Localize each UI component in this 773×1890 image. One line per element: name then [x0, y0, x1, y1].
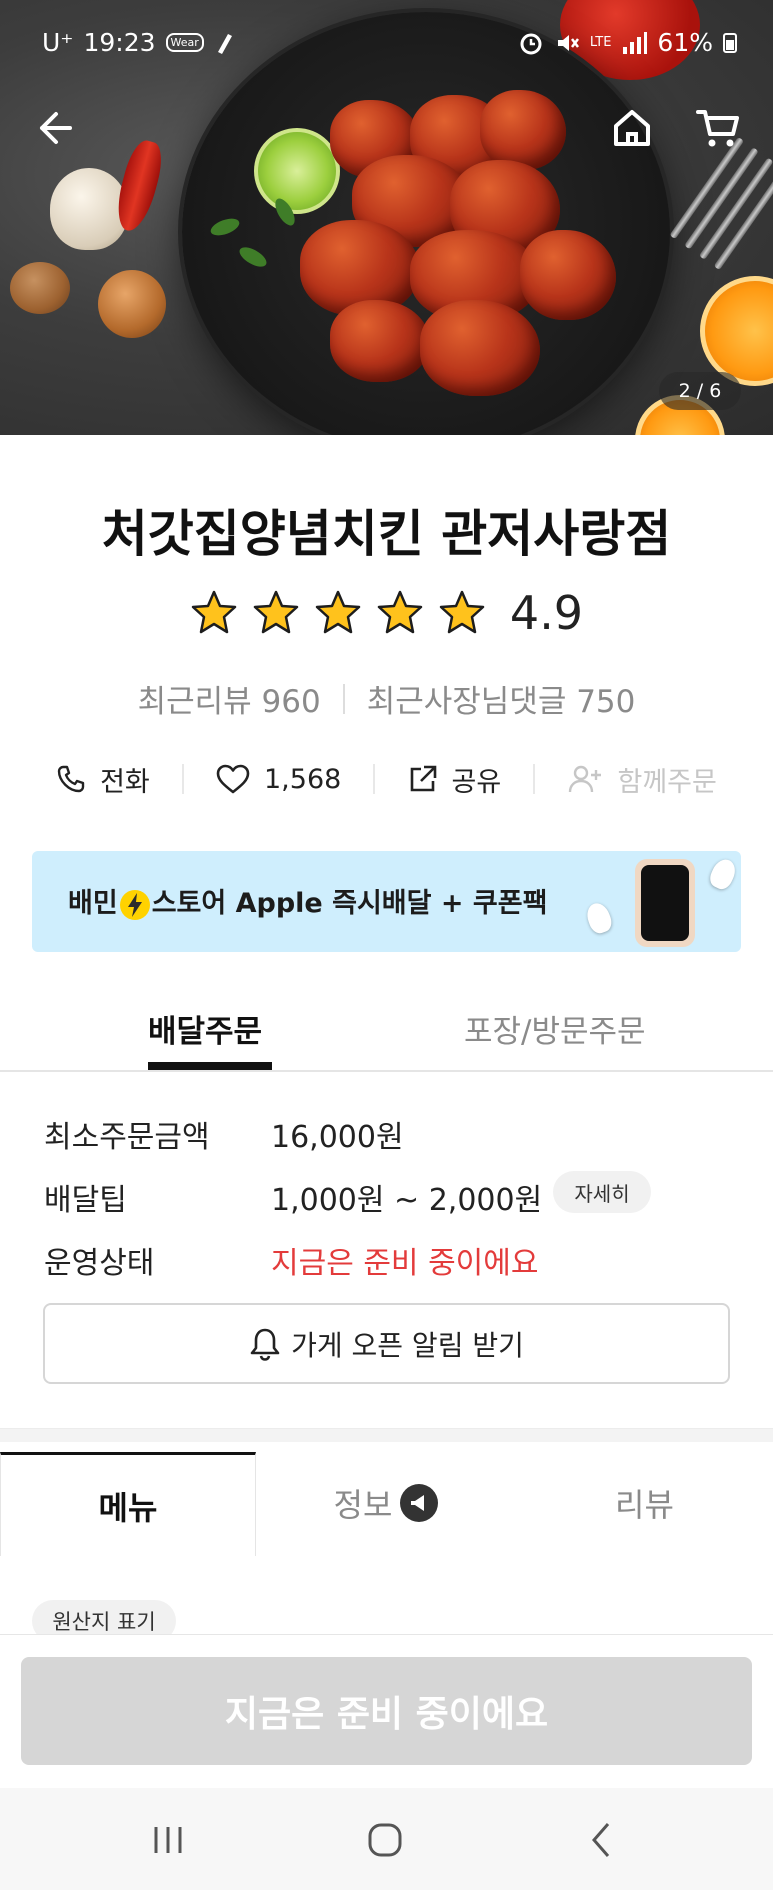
active-tab-indicator [148, 1062, 272, 1070]
earbud-image [583, 900, 615, 936]
cart-button[interactable] [688, 98, 748, 158]
order-cta-button[interactable]: 지금은 준비 중이에요 [21, 1657, 752, 1765]
like-button[interactable]: 1,568 [216, 764, 341, 795]
banner-text-suffix: 스토어 Apple 즉시배달 + 쿠폰팩 [151, 888, 548, 919]
delivery-tip-detail-button[interactable]: 자세히 [553, 1171, 651, 1213]
add-person-icon [569, 765, 602, 793]
watch-image [635, 859, 695, 947]
back-nav-icon [592, 1823, 610, 1857]
cart-icon [696, 110, 739, 147]
megaphone-icon [400, 1484, 439, 1522]
network-type: LTE [589, 34, 612, 50]
tab-menu-label: 메뉴 [98, 1488, 158, 1527]
star-icon [253, 590, 299, 634]
banner-text-prefix: 배민 [68, 888, 118, 919]
divider [342, 683, 345, 714]
star-icon [191, 590, 237, 634]
phone-label: 전화 [100, 766, 150, 798]
back-arrow-icon [40, 112, 72, 144]
tab-menu[interactable]: 메뉴 [0, 1452, 256, 1556]
share-button[interactable]: 공유 [408, 760, 502, 799]
tab-review[interactable]: 리뷰 [516, 1452, 773, 1554]
star-icon [315, 590, 361, 634]
garlic-bulb [50, 168, 128, 250]
recent-apps-button[interactable] [138, 1818, 198, 1862]
signal-icon [623, 31, 648, 54]
phone-icon [57, 765, 85, 793]
lightning-icon [119, 889, 150, 920]
chicken-piece [420, 300, 540, 396]
rating-value: 4.9 [509, 586, 584, 640]
divider [181, 764, 184, 794]
main-tabs: 메뉴 정보 리뷰 [0, 1452, 773, 1556]
group-order-button[interactable]: 함께주문 [567, 760, 717, 799]
earbud-image [706, 855, 740, 893]
delivery-tip-label: 배달팁 [44, 1183, 127, 1218]
min-order-value: 16,000원 [271, 1120, 404, 1155]
alarm-icon [520, 33, 542, 54]
section-divider [0, 1428, 773, 1442]
rating-row: 4.9 [0, 586, 773, 640]
open-alert-label: 가게 오픈 알림 받기 [291, 1328, 524, 1362]
image-counter: 2 / 6 [659, 372, 741, 410]
owner-comment-count[interactable]: 최근사장님댓글 750 [367, 676, 636, 721]
share-label: 공유 [451, 766, 502, 798]
min-order-label: 최소주문금액 [44, 1120, 210, 1155]
lime-slice [254, 128, 340, 214]
battery-icon [723, 32, 737, 53]
chicken-piece [330, 300, 430, 382]
order-type-tabs: 배달주문 포장/방문주문 [0, 992, 773, 1072]
like-count: 1,568 [264, 763, 342, 795]
group-order-label: 함께주문 [617, 766, 717, 798]
phone-button[interactable]: 전화 [56, 760, 150, 799]
bell-icon [250, 1328, 280, 1361]
delivery-tip-value: 1,000원 ~ 2,000원 [271, 1183, 543, 1218]
battery-percent: 61% [657, 28, 713, 57]
store-hero-image[interactable]: U⁺ 19:23 Wear LTE 61% 2 / 6 [0, 0, 773, 435]
tab-review-label: 리뷰 [615, 1486, 674, 1524]
status-bar: U⁺ 19:23 Wear LTE 61% [0, 20, 773, 64]
store-name: 처갓집양념치킨 관저사랑점 [101, 505, 672, 563]
banner-text: 배민 스토어 Apple 즉시배달 + 쿠폰팩 [68, 881, 547, 920]
carrier-label: U⁺ [42, 28, 74, 57]
bottom-action-bar: 지금은 준비 중이에요 [0, 1634, 773, 1788]
home-icon [614, 110, 650, 146]
recent-review-count[interactable]: 최근리뷰 960 [138, 676, 321, 721]
heart-icon [216, 764, 250, 794]
tab-info-label: 정보 [333, 1486, 393, 1524]
mute-icon [557, 34, 579, 51]
back-nav-button[interactable] [572, 1818, 632, 1862]
open-alert-button[interactable]: 가게 오픈 알림 받기 [43, 1303, 730, 1384]
tab-info[interactable]: 정보 [256, 1452, 516, 1554]
star-icon [439, 590, 485, 634]
tab-pickup-order[interactable]: 포장/방문주문 [464, 1006, 646, 1051]
chicken-piece [480, 90, 566, 170]
pen-icon [217, 33, 232, 54]
star-icon [377, 590, 423, 634]
tab-delivery-order[interactable]: 배달주문 [148, 1006, 262, 1051]
wear-icon: Wear [165, 33, 204, 52]
back-button[interactable] [24, 98, 84, 158]
store-actions: 전화 1,568 공유 함께주문 [0, 754, 773, 804]
promo-banner[interactable]: 배민 스토어 Apple 즉시배달 + 쿠폰팩 [32, 851, 741, 952]
recent-apps-icon [154, 1827, 182, 1853]
review-summary: 최근리뷰 960 최근사장님댓글 750 [0, 676, 773, 721]
clock: 19:23 [83, 28, 156, 57]
store-status-value: 지금은 준비 중이에요 [271, 1246, 539, 1281]
system-nav-bar [0, 1788, 773, 1890]
divider [533, 764, 536, 794]
home-nav-button[interactable] [355, 1818, 415, 1862]
onion-skin [10, 262, 70, 314]
store-status-label: 운영상태 [44, 1246, 155, 1281]
chicken-piece [520, 230, 616, 320]
share-icon [410, 765, 436, 792]
home-button[interactable] [602, 98, 662, 158]
shallot [98, 270, 166, 338]
divider [373, 764, 376, 794]
home-nav-icon [368, 1823, 402, 1857]
